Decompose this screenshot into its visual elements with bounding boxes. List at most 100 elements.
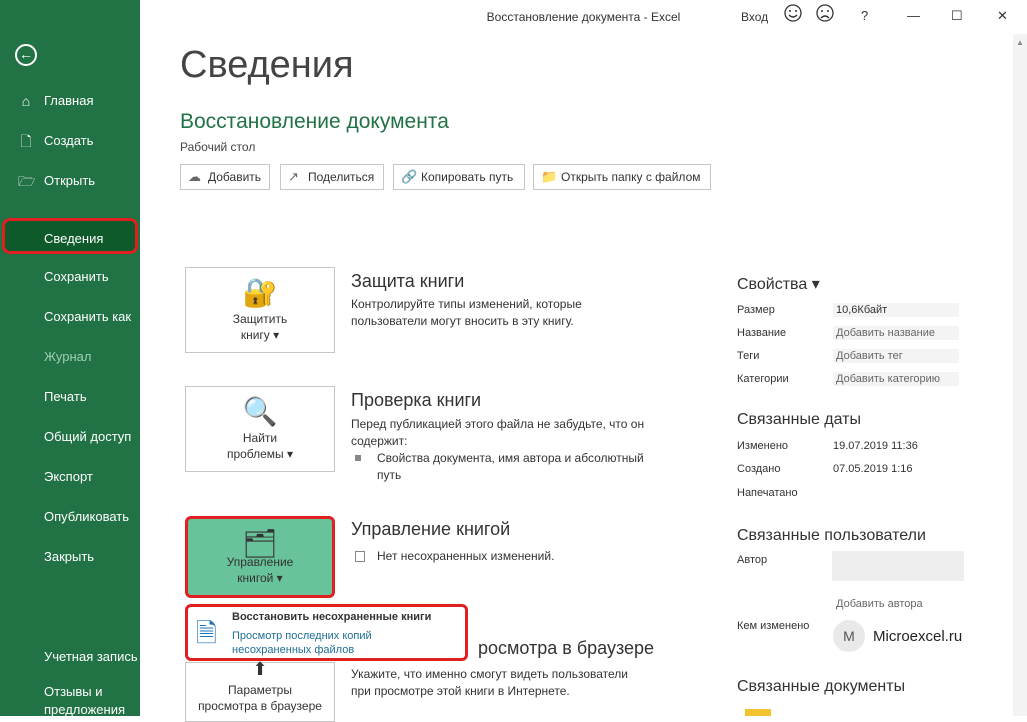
sidebar-item-label: Сохранить [44, 269, 109, 284]
help-button[interactable]: ? [861, 8, 868, 23]
sidebar-item-label: Печать [44, 389, 87, 404]
sidebar-item-label: Сохранить как [44, 309, 132, 324]
sidebar-item-export[interactable]: Экспорт [0, 462, 140, 492]
browser-view-description: Укажите, что именно смогут видеть пользо… [351, 667, 628, 698]
button-label: Открыть папку с файлом [561, 170, 701, 184]
sign-in-link[interactable]: Вход [741, 10, 768, 24]
prop-size-value: 10,6Кбайт [833, 303, 959, 317]
recover-unsaved-menu-item[interactable]: 🗎 Восстановить несохраненные книги Просм… [185, 604, 468, 661]
sidebar-item-label: Закрыть [44, 549, 95, 564]
frowny-icon[interactable] [815, 3, 835, 26]
sidebar-item-label: Опубликовать [44, 509, 130, 524]
created-label: Создано [737, 463, 781, 475]
properties-heading[interactable]: Свойства ▾ [737, 274, 820, 294]
prop-size-label: Размер [737, 304, 775, 316]
sidebar-item-account[interactable]: Учетная запись [0, 642, 140, 672]
copy-path-button[interactable]: 🔗 Копировать путь [393, 164, 525, 190]
related-docs-heading: Связанные документы [737, 678, 906, 695]
document-location: Рабочий стол [180, 140, 256, 154]
bullet-marker [355, 455, 361, 461]
button-label: Поделиться [308, 170, 375, 184]
inspect-heading: Проверка книги [351, 390, 482, 410]
people-heading: Связанные пользователи [737, 527, 926, 544]
document-icon [355, 551, 365, 562]
modified-label: Изменено [737, 440, 789, 452]
sidebar-item-open[interactable]: 🗁 Открыть [0, 166, 140, 196]
vertical-scrollbar[interactable]: ▲ [1013, 34, 1027, 716]
smiley-icon[interactable] [783, 3, 803, 26]
sidebar-item-label: Учетная запись [44, 649, 138, 664]
protect-workbook-button[interactable]: 🔐 Защитить книгу ▾ [185, 267, 335, 353]
sidebar-item-feedback-line2[interactable]: предложения [0, 700, 140, 720]
sidebar-item-label: Журнал [44, 349, 92, 364]
bullet-text: Свойства документа, имя автора и абсолют… [377, 451, 644, 482]
scroll-up-icon[interactable]: ▲ [1016, 38, 1024, 47]
sidebar-item-history: Журнал [0, 342, 140, 372]
sidebar-item-save-as[interactable]: Сохранить как [0, 302, 140, 332]
sidebar-item-new[interactable]: 🗋 Создать [0, 126, 140, 156]
folder-open-icon: 🗁 [18, 173, 36, 189]
sidebar-item-label: Общий доступ [44, 429, 132, 444]
page-title: Сведения [180, 44, 354, 86]
card-label: Управление книгой ▾ [226, 555, 294, 585]
add-author-link[interactable]: Добавить автора [836, 598, 923, 610]
manage-heading: Управление книгой [351, 519, 511, 539]
folder-icon [745, 709, 771, 716]
printed-label: Напечатано [737, 487, 798, 499]
created-value: 07.05.2019 1:16 [833, 463, 913, 475]
title-bar: Восстановление документа - Excel Вход ? … [140, 0, 1027, 34]
close-button[interactable]: ✕ [997, 8, 1008, 24]
sidebar-item-label: Создать [44, 133, 94, 148]
author-blurred [832, 551, 964, 581]
sidebar-item-feedback[interactable]: Отзывы и [0, 682, 140, 702]
recover-description: Просмотр последних копий несохраненных фа… [232, 630, 372, 656]
sidebar-item-share[interactable]: Общий доступ [0, 422, 140, 452]
sidebar-item-home[interactable]: ⌂ Главная [0, 86, 140, 116]
sidebar-item-label: Отзывы и [44, 684, 103, 699]
author-label: Автор [737, 554, 768, 566]
prop-categories-input[interactable]: Добавить категорию [833, 372, 959, 386]
avatar: M [833, 620, 865, 652]
open-folder-button[interactable]: 📁 Открыть папку с файлом [533, 164, 711, 190]
sidebar-item-info[interactable]: Сведения [2, 218, 138, 254]
share-button[interactable]: ↗ Поделиться [280, 164, 384, 190]
cloud-upload-icon: ☁ [188, 169, 201, 184]
modified-by-label: Кем изменено [737, 620, 810, 632]
lock-icon: 🔐 [242, 277, 278, 308]
inspect-description: Перед публикацией этого файла не забудьт… [351, 417, 645, 448]
browser-view-options-button[interactable]: ⬆ Параметры просмотра в браузере [185, 659, 335, 722]
prop-tags-label: Теги [737, 350, 760, 362]
sidebar-item-publish[interactable]: Опубликовать [0, 502, 140, 532]
sidebar-item-save[interactable]: Сохранить [0, 262, 140, 292]
manage-workbook-button[interactable]: 🗂 Управление книгой ▾ [185, 516, 335, 598]
button-label: Добавить [208, 170, 262, 184]
inspect-document-icon: 🔍 [242, 396, 278, 427]
check-issues-button[interactable]: 🔍 Найти проблемы ▾ [185, 386, 335, 472]
sidebar-item-label: предложения [44, 702, 126, 717]
back-arrow-icon[interactable]: ← [15, 44, 37, 66]
protect-description: Контролируйте типы изменений, которые по… [351, 297, 582, 328]
window-title: Восстановление документа - Excel [486, 10, 681, 24]
link-icon: 🔗 [401, 169, 418, 184]
browser-view-icon: ⬆ [252, 659, 268, 679]
backstage-sidebar: ← ⌂ Главная 🗋 Создать 🗁 Открыть Сведения Со… [0, 0, 140, 717]
sidebar-item-label: Главная [44, 93, 94, 108]
sidebar-item-label: Открыть [44, 173, 96, 188]
card-label: Найти проблемы ▾ [226, 431, 294, 461]
new-document-icon: 🗋 [20, 133, 32, 149]
folder-icon: 📁 [541, 169, 558, 184]
prop-title-input[interactable]: Добавить название [833, 326, 959, 340]
minimize-button[interactable]: — [907, 8, 920, 23]
card-label: Защитить книгу ▾ [232, 312, 288, 342]
sidebar-item-close[interactable]: Закрыть [0, 542, 140, 572]
prop-categories-label: Категории [737, 373, 789, 385]
maximize-button[interactable]: ☐ [951, 8, 963, 24]
dates-heading: Связанные даты [737, 411, 861, 428]
sidebar-item-label: Сведения [44, 231, 104, 246]
prop-title-label: Название [737, 327, 787, 339]
sidebar-item-label: Экспорт [44, 469, 93, 484]
prop-tags-input[interactable]: Добавить тег [833, 349, 959, 363]
home-icon: ⌂ [21, 93, 31, 109]
sidebar-item-print[interactable]: Печать [0, 382, 140, 412]
upload-button[interactable]: ☁ Добавить [180, 164, 270, 190]
